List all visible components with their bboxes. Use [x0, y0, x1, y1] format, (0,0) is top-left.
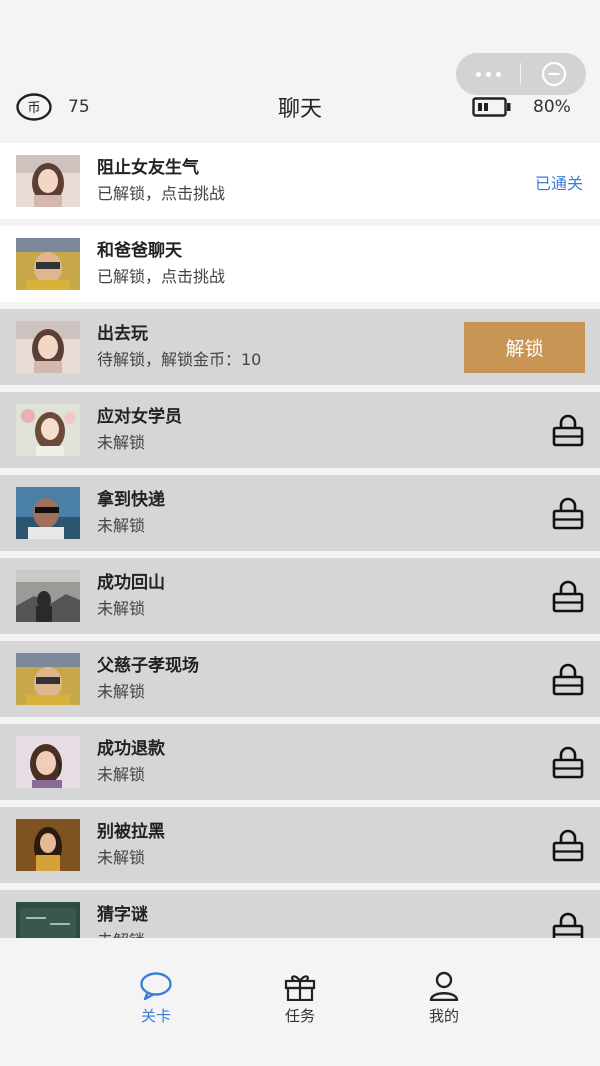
app-screen: 币 75 聊天 80% 阻止女友生气 已解锁，点击挑战 已通关 和爸爸聊天 已解… — [0, 0, 600, 1066]
bottom-tab-bar: 关卡 任务 我的 — [0, 951, 600, 1066]
level-status-text: 未解锁 — [97, 516, 146, 535]
level-avatar — [16, 819, 80, 871]
level-status-text: 未解锁 — [97, 433, 146, 452]
lock-icon — [552, 497, 584, 530]
level-title: 猜字谜 — [97, 905, 148, 925]
level-title: 应对女学员 — [97, 407, 182, 427]
battery-percentage: 80% — [533, 97, 571, 117]
level-status-text: 未解锁 — [97, 765, 146, 784]
lock-icon — [552, 829, 584, 862]
level-status-text: 未解锁 — [97, 599, 146, 618]
completed-badge: 已通关 — [534, 174, 583, 193]
chat-bubble-icon — [140, 972, 172, 1001]
level-row[interactable]: 别被拉黑 未解锁 — [0, 807, 600, 883]
lock-icon — [552, 663, 584, 696]
level-status-text: 未解锁 — [97, 682, 146, 701]
level-row[interactable]: 应对女学员 未解锁 — [0, 392, 600, 468]
level-avatar — [16, 238, 80, 290]
lock-icon — [552, 580, 584, 613]
tab-label: 任务 — [284, 1007, 315, 1025]
level-list[interactable]: 阻止女友生气 已解锁，点击挑战 已通关 和爸爸聊天 已解锁，点击挑战 出去玩 待… — [0, 143, 600, 938]
level-title: 成功回山 — [97, 573, 165, 593]
tab-profile[interactable]: 我的 — [404, 971, 484, 1026]
tab-label: 我的 — [428, 1007, 459, 1025]
level-title: 阻止女友生气 — [97, 158, 199, 178]
battery-icon — [472, 97, 512, 117]
level-avatar — [16, 155, 80, 207]
lock-icon — [552, 414, 584, 447]
level-avatar — [16, 902, 80, 938]
level-title: 和爸爸聊天 — [97, 241, 182, 261]
user-icon — [429, 971, 459, 1001]
level-row[interactable]: 出去玩 待解锁，解锁金币：10 解锁 — [0, 309, 600, 385]
level-avatar — [16, 653, 80, 705]
level-row[interactable]: 成功回山 未解锁 — [0, 558, 600, 634]
level-avatar — [16, 404, 80, 456]
level-status-text: 未解锁 — [97, 848, 146, 867]
level-status-text: 未解锁 — [97, 929, 148, 938]
level-status-text: 已解锁，点击挑战 — [97, 184, 226, 203]
level-row[interactable]: 拿到快递 未解锁 — [0, 475, 600, 551]
level-title: 成功退款 — [97, 739, 165, 759]
level-avatar — [16, 487, 80, 539]
tab-tasks[interactable]: 任务 — [260, 971, 340, 1026]
level-title: 出去玩 — [97, 324, 148, 344]
level-avatar — [16, 570, 80, 622]
level-status-text: 待解锁，解锁金币：10 — [97, 350, 262, 369]
gift-icon — [284, 975, 316, 1001]
level-status-text: 已解锁，点击挑战 — [97, 267, 226, 286]
level-title: 父慈子孝现场 — [97, 656, 199, 676]
level-row[interactable]: 父慈子孝现场 未解锁 — [0, 641, 600, 717]
level-row[interactable]: 阻止女友生气 已解锁，点击挑战 已通关 — [0, 143, 600, 219]
lock-icon — [552, 746, 584, 779]
level-row[interactable]: 猜字谜 未解锁 — [0, 890, 600, 938]
tab-label: 关卡 — [140, 1007, 171, 1025]
level-avatar — [16, 321, 80, 373]
level-row[interactable]: 和爸爸聊天 已解锁，点击挑战 — [0, 226, 600, 302]
lock-icon — [552, 912, 584, 938]
level-row[interactable]: 成功退款 未解锁 — [0, 724, 600, 800]
tab-levels[interactable]: 关卡 — [116, 971, 196, 1026]
level-title: 拿到快递 — [97, 490, 165, 510]
unlock-button[interactable]: 解锁 — [464, 322, 585, 373]
header-bar: 币 75 聊天 80% — [0, 85, 600, 129]
level-avatar — [16, 736, 80, 788]
level-title: 别被拉黑 — [97, 822, 165, 842]
